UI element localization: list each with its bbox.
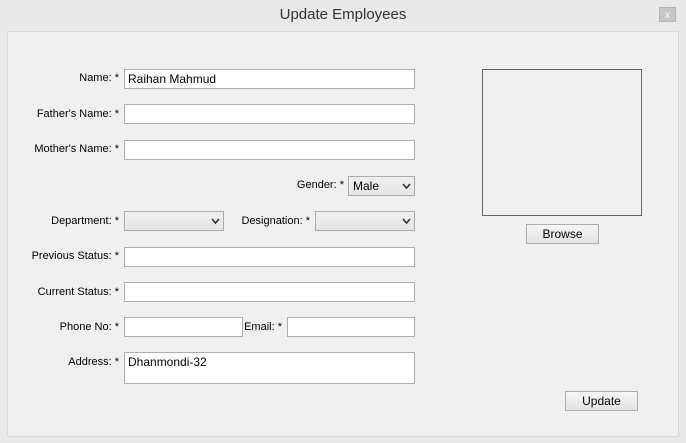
current-status-input[interactable] [124,282,415,302]
gender-label: Gender: * [296,179,344,191]
address-label: Address: * [68,356,119,368]
mothers-name-input[interactable] [124,140,415,160]
previous-status-input[interactable] [124,247,415,267]
mothers-name-label: Mother's Name: * [34,143,119,155]
email-input[interactable] [287,317,415,337]
window-title: Update Employees [279,6,407,23]
browse-button[interactable]: Browse [526,224,599,244]
phone-input[interactable] [124,317,243,337]
department-label: Department: * [51,215,119,227]
title-bar[interactable]: Update Employees x [0,0,686,31]
designation-label: Designation: * [241,215,311,227]
designation-select[interactable] [315,211,415,231]
email-label: Email: * [244,321,282,333]
fathers-name-input[interactable] [124,104,415,124]
gender-selected-value: Male [353,179,380,193]
chevron-down-icon [402,183,411,190]
name-input[interactable]: Raihan Mahmud [124,69,415,89]
close-button[interactable]: x [659,7,676,22]
gender-select[interactable]: Male [348,176,415,196]
current-status-label: Current Status: * [37,286,119,298]
fathers-name-label: Father's Name: * [36,108,119,120]
name-label: Name: * [79,72,119,84]
photo-preview [482,69,642,216]
address-input[interactable]: Dhanmondi-32 [124,352,415,384]
department-select[interactable] [124,211,224,231]
previous-status-label: Previous Status: * [31,250,119,262]
update-employees-window: Update Employees x Name: * Raihan Mahmud… [0,0,686,443]
chevron-down-icon [211,218,220,225]
phone-label: Phone No: * [59,321,119,333]
update-button[interactable]: Update [565,391,638,411]
chevron-down-icon [402,218,411,225]
